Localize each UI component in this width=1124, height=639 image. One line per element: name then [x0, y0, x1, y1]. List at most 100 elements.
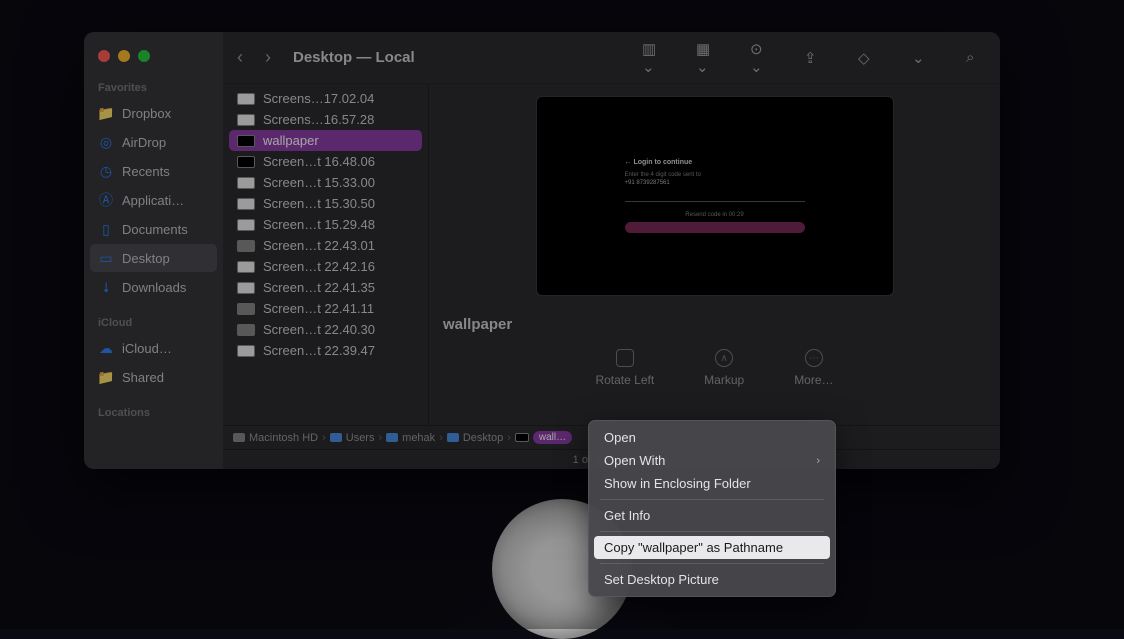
sidebar-item-applications[interactable]: ⒶApplicati…	[90, 186, 217, 214]
preview-filename: wallpaper	[443, 316, 512, 333]
tag-icon[interactable]: ◇	[858, 49, 878, 67]
sidebar-item-label: Desktop	[122, 251, 170, 266]
preview-mock-number: +91 8739287561	[625, 180, 805, 186]
file-row[interactable]: Screen…t 22.41.11	[229, 298, 422, 319]
sidebar-item-label: Recents	[122, 164, 170, 179]
sidebar-item-label: Shared	[122, 370, 164, 385]
window-title: Desktop — Local	[293, 49, 415, 66]
file-row[interactable]: Screen…t 22.43.01	[229, 235, 422, 256]
path-crumb[interactable]: mehak	[386, 432, 435, 444]
more-button[interactable]: ⋯More…	[794, 349, 833, 387]
file-name: Screen…t 22.42.16	[263, 259, 375, 274]
path-crumb-file[interactable]: wall…	[515, 431, 572, 444]
forward-button[interactable]: ›	[265, 47, 281, 68]
main-panel: ‹ › Desktop — Local ▥ ⌄ ▦ ⌄ ⊙ ⌄ ⇪ ◇ ⌄ ⌕ …	[223, 32, 1000, 469]
file-list: Screens…17.02.04 Screens…16.57.28 wallpa…	[223, 84, 428, 425]
shared-folder-icon: 📁	[98, 369, 114, 385]
sidebar-item-label: Dropbox	[122, 106, 171, 121]
menu-get-info[interactable]: Get Info	[594, 504, 830, 527]
disk-icon	[233, 433, 245, 442]
file-row[interactable]: Screen…t 22.39.47	[229, 340, 422, 361]
sidebar-item-label: AirDrop	[122, 135, 166, 150]
rotate-left-button[interactable]: Rotate Left	[595, 349, 654, 387]
preview-mock-button	[625, 222, 805, 233]
action-label: Markup	[704, 373, 744, 387]
file-name: Screen…t 15.30.50	[263, 196, 375, 211]
file-row[interactable]: Screens…16.57.28	[229, 109, 422, 130]
file-row[interactable]: Screen…t 15.29.48	[229, 214, 422, 235]
clock-icon: ◷	[98, 163, 114, 179]
sidebar-item-downloads[interactable]: ⭣Downloads	[90, 273, 217, 301]
file-row[interactable]: Screen…t 22.41.35	[229, 277, 422, 298]
sidebar: Favorites 📁 Dropbox ◎AirDrop ◷ Recents ⒶAp…	[84, 32, 223, 469]
sidebar-item-recents[interactable]: ◷ Recents	[90, 157, 217, 185]
preview-mock-header: ← Login to continue	[625, 159, 805, 166]
path-crumb[interactable]: Desktop	[447, 432, 503, 444]
chevron-down-icon[interactable]: ⌄	[912, 49, 932, 67]
menu-open-with[interactable]: Open With›	[594, 449, 830, 472]
file-row[interactable]: Screen…t 15.33.00	[229, 172, 422, 193]
sidebar-item-shared[interactable]: 📁 Shared	[90, 363, 217, 391]
preview-mock-hint: Resend code in 00:29	[625, 212, 805, 218]
content-area: Screens…17.02.04 Screens…16.57.28 wallpa…	[223, 84, 1000, 425]
file-row[interactable]: Screen…t 15.30.50	[229, 193, 422, 214]
file-thumb-icon	[237, 282, 255, 294]
folder-icon: 📁	[98, 105, 114, 121]
group-icon[interactable]: ▦ ⌄	[696, 40, 716, 76]
sidebar-item-airdrop[interactable]: ◎AirDrop	[90, 128, 217, 156]
file-name: Screens…16.57.28	[263, 112, 374, 127]
preview-mock-sub: Enter the 4 digit code sent to	[625, 172, 805, 178]
file-name: Screens…17.02.04	[263, 91, 374, 106]
view-columns-icon[interactable]: ▥ ⌄	[642, 40, 662, 76]
menu-label: Get Info	[604, 508, 650, 523]
crumb-label: Desktop	[463, 432, 503, 444]
markup-icon: ∧	[715, 349, 733, 367]
maximize-button[interactable]	[138, 50, 150, 62]
finder-window: Favorites 📁 Dropbox ◎AirDrop ◷ Recents ⒶAp…	[84, 32, 1000, 469]
cloud-icon: ☁	[98, 340, 114, 356]
sidebar-section-header: Favorites	[84, 78, 223, 98]
close-button[interactable]	[98, 50, 110, 62]
sidebar-item-dropbox[interactable]: 📁 Dropbox	[90, 99, 217, 127]
file-name: Screen…t 15.29.48	[263, 217, 375, 232]
file-row[interactable]: Screen…t 16.48.06	[229, 151, 422, 172]
menu-set-desktop[interactable]: Set Desktop Picture	[594, 568, 830, 591]
minimize-button[interactable]	[118, 50, 130, 62]
file-row[interactable]: Screen…t 22.42.16	[229, 256, 422, 277]
path-crumb[interactable]: Users	[330, 432, 375, 444]
markup-button[interactable]: ∧ Markup	[704, 349, 744, 387]
sidebar-item-icloud[interactable]: ☁iCloud…	[90, 334, 217, 362]
toolbar: ‹ › Desktop — Local ▥ ⌄ ▦ ⌄ ⊙ ⌄ ⇪ ◇ ⌄ ⌕	[223, 32, 1000, 84]
file-name: Screen…t 16.48.06	[263, 154, 375, 169]
folder-icon	[386, 433, 398, 442]
menu-copy-pathname[interactable]: Copy "wallpaper" as Pathname	[594, 536, 830, 559]
action-label: More…	[794, 373, 833, 387]
sidebar-section-header: iCloud	[84, 313, 223, 333]
file-row[interactable]: Screens…17.02.04	[229, 88, 422, 109]
file-row-selected[interactable]: wallpaper	[229, 130, 422, 151]
file-name: Screen…t 22.43.01	[263, 238, 375, 253]
sidebar-item-desktop[interactable]: ▭ Desktop	[90, 244, 217, 272]
preview-actions: Rotate Left ∧ Markup ⋯More…	[595, 349, 833, 387]
file-thumb-icon	[237, 93, 255, 105]
search-icon[interactable]: ⌕	[966, 49, 986, 66]
share-icon[interactable]: ⇪	[804, 49, 824, 67]
path-crumb[interactable]: Macintosh HD	[233, 432, 318, 444]
menu-show-enclosing[interactable]: Show in Enclosing Folder	[594, 472, 830, 495]
file-name: Screen…t 22.39.47	[263, 343, 375, 358]
file-row[interactable]: Screen…t 22.40.30	[229, 319, 422, 340]
desktop-icon: ▭	[98, 250, 114, 266]
preview-thumbnail: ← Login to continue Enter the 4 digit co…	[536, 96, 894, 296]
sidebar-item-documents[interactable]: ▯Documents	[90, 215, 217, 243]
window-controls	[84, 46, 223, 78]
menu-open[interactable]: Open	[594, 426, 830, 449]
menu-separator	[600, 563, 824, 564]
action-icon[interactable]: ⊙ ⌄	[750, 40, 770, 76]
menu-label: Open	[604, 430, 636, 445]
file-thumb-icon	[237, 135, 255, 147]
menu-label: Open With	[604, 453, 665, 468]
crumb-label: Macintosh HD	[249, 432, 318, 444]
back-button[interactable]: ‹	[237, 47, 253, 68]
file-thumb-icon	[237, 156, 255, 168]
folder-icon	[447, 433, 459, 442]
